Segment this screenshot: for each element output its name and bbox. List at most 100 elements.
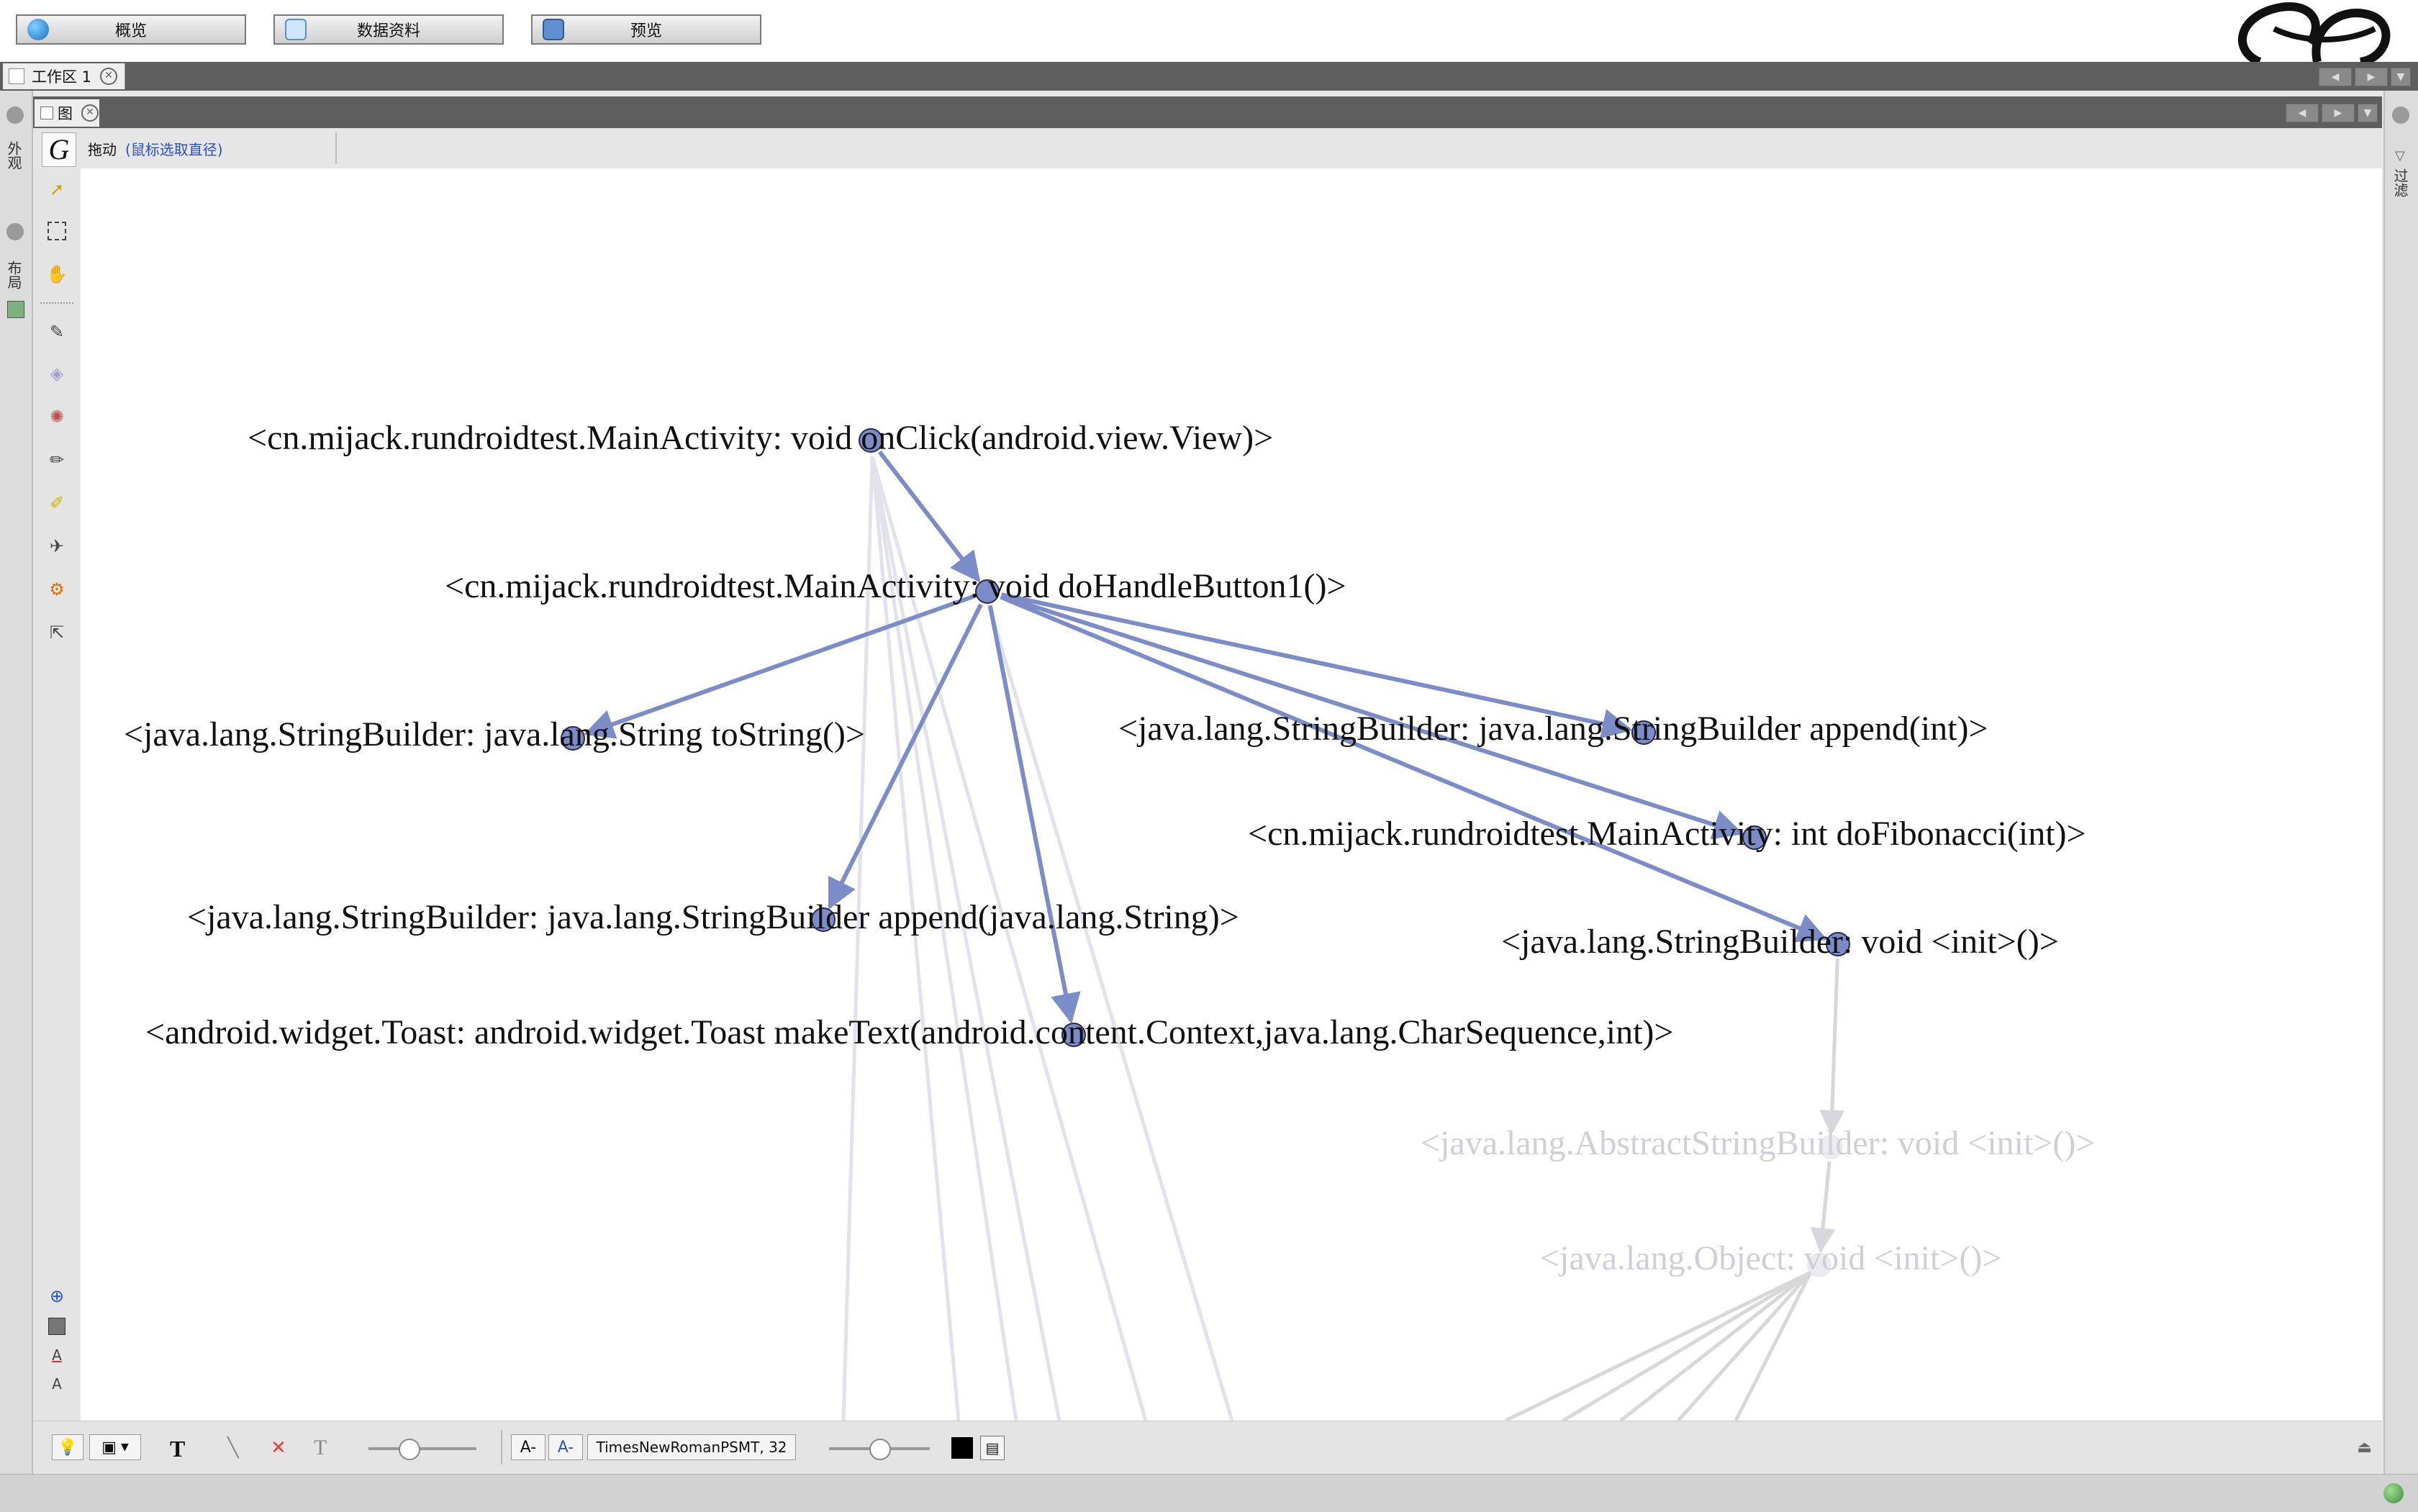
appearance-panel-tab[interactable]: 外观 [5, 141, 24, 170]
node-label: <cn.mijack.rundroidtest.MainActivity: in… [1248, 815, 2086, 853]
graph-edge [877, 451, 981, 583]
edge-style-icon[interactable]: ╲ [227, 1437, 239, 1459]
restore-panel-icon[interactable] [2392, 107, 2409, 124]
filter-icon: ▽ [2395, 148, 2405, 163]
graph-tab-icon [40, 107, 53, 119]
diamond-icon[interactable]: ◈ [46, 363, 68, 384]
workspace-tab[interactable]: 工作区 1 ✕ [3, 63, 125, 89]
graph-toolbox: ➚ ✋ ✎ ◈ ✺ ✏ ✐ ✈ ⚙ ⇱ ⊕ A A [33, 168, 81, 1421]
workspace-scroll-controls: ◀ ▶ ▼ [2319, 68, 2411, 86]
graph-edge-faded [1810, 1161, 1836, 1254]
close-icon[interactable]: ✕ [81, 104, 99, 122]
graph-bottom-toolbar: 💡 ▣ ▼ T ╲ ✕ T A- A- TimesNewRomanPSMT, 32… [33, 1421, 2382, 1473]
notification-icon[interactable] [2383, 1483, 2404, 1503]
edge-label-icon[interactable]: T [314, 1436, 327, 1460]
tab-menu-icon[interactable]: ▼ [2358, 104, 2378, 122]
node-label: <cn.mijack.rundroidtest.MainActivity: vo… [445, 567, 1346, 605]
current-tool-hint: (鼠标选取直径) [125, 141, 223, 158]
preview-mode-button[interactable]: 预览 [531, 14, 761, 45]
pencil-icon[interactable]: ✏ [46, 449, 68, 471]
table-icon [285, 19, 307, 40]
scroll-left-icon[interactable]: ◀ [2286, 104, 2319, 122]
node-labels: <cn.mijack.rundroidtest.MainActivity: vo… [124, 419, 2095, 1277]
node-label: <java.lang.AbstractStringBuilder: void <… [1421, 1124, 2095, 1162]
edge-scale-slider[interactable] [368, 1439, 476, 1460]
close-icon[interactable]: ✕ [100, 68, 118, 85]
graph-edge [987, 605, 1081, 1024]
graph-edge-faded [1819, 958, 1845, 1136]
graph-scroll-controls: ◀ ▶ ▼ [2286, 104, 2378, 122]
light-bulb-icon[interactable]: 💡 [52, 1434, 83, 1460]
node-label: <java.lang.StringBuilder: void <init>()> [1501, 923, 2059, 961]
graph-tab[interactable]: 图 ✕ [35, 99, 99, 127]
slider-handle[interactable] [869, 1439, 891, 1460]
right-panel-strip: ▽ 过滤 [2383, 91, 2418, 1474]
data-lab-mode-button[interactable]: 数据资料 [273, 14, 504, 45]
tool-header: G 拖动 (鼠标选取直径) [33, 128, 2382, 169]
chevron-down-icon: ▼ [121, 1441, 129, 1453]
header-divider [335, 132, 337, 164]
slider-handle[interactable] [399, 1439, 420, 1460]
graph-tab-bar: 图 ✕ ◀ ▶ ▼ [33, 96, 2382, 128]
scroll-left-icon[interactable]: ◀ [2319, 68, 2352, 86]
highlighter-icon[interactable]: ✐ [46, 492, 68, 514]
label-font-icon[interactable]: A [46, 1373, 68, 1395]
workspace-icon [9, 68, 24, 84]
rectangle-select-icon[interactable] [46, 220, 68, 242]
graph-edge [583, 594, 975, 739]
select-arrow-icon[interactable]: ➚ [46, 178, 68, 200]
toolbar-divider [501, 1430, 502, 1465]
increase-font-button[interactable]: A- [548, 1434, 583, 1460]
workspace-tab-bar: 工作区 1 ✕ ◀ ▶ ▼ [0, 62, 2418, 91]
painter-icon[interactable]: ✺ [46, 406, 68, 427]
background-edge [1619, 1271, 1812, 1421]
clipboard-icon[interactable]: ▤ [980, 1436, 1005, 1460]
lock-icon[interactable]: ⏏ [2357, 1439, 2372, 1457]
node-label: <java.lang.StringBuilder: java.lang.Stri… [124, 715, 865, 753]
node-label-color-icon[interactable]: A [46, 1344, 68, 1366]
restore-panel-icon[interactable] [6, 107, 24, 124]
decrease-font-button[interactable]: A- [511, 1434, 545, 1460]
scroll-right-icon[interactable]: ▶ [2355, 68, 2388, 86]
label-color-swatch[interactable] [951, 1437, 973, 1459]
tab-menu-icon[interactable]: ▼ [2391, 68, 2411, 86]
scroll-right-icon[interactable]: ▶ [2322, 104, 2355, 122]
help-pointer-icon[interactable]: ⇱ [46, 622, 68, 643]
background-color-icon[interactable] [46, 1316, 68, 1337]
gear-icon[interactable]: ⚙ [46, 579, 68, 600]
text-label-icon[interactable]: T [170, 1436, 185, 1462]
screenshot-dropdown[interactable]: ▣ ▼ [89, 1434, 141, 1460]
node-label: <java.lang.StringBuilder: java.lang.Stri… [187, 898, 1239, 936]
background-edge [1677, 1271, 1812, 1421]
globe-icon [27, 19, 49, 40]
graph-svg[interactable]: <cn.mijack.rundroidtest.MainActivity: vo… [81, 168, 2382, 1421]
restore-panel-icon[interactable] [6, 223, 24, 240]
node-label: <cn.mijack.rundroidtest.MainActivity: vo… [248, 419, 1273, 457]
filter-panel-tab[interactable]: 过滤 [2391, 168, 2411, 197]
drag-hand-icon[interactable]: ✋ [46, 263, 68, 285]
graph-edge [1000, 594, 1828, 943]
app-logo-icon: G [42, 132, 76, 167]
brush-icon[interactable]: ✎ [46, 321, 68, 343]
current-tool-name: 拖动 [88, 141, 117, 158]
font-selector[interactable]: TimesNewRomanPSMT, 32 [587, 1434, 796, 1460]
zoom-center-icon[interactable]: ⊕ [46, 1285, 68, 1307]
label-size-slider[interactable] [829, 1439, 930, 1460]
node-label: <java.lang.Object: void <init>()> [1540, 1239, 2001, 1277]
node-label: <java.lang.StringBuilder: java.lang.Stri… [1118, 710, 1988, 748]
monitor-icon [543, 19, 564, 40]
left-panel-strip: 外观 布局 [0, 91, 33, 1474]
background-edge [1504, 1270, 1812, 1421]
graph-canvas[interactable]: <cn.mijack.rundroidtest.MainActivity: vo… [81, 168, 2382, 1421]
status-bar [0, 1474, 2418, 1512]
overview-mode-button[interactable]: 概览 [16, 14, 246, 45]
airplane-icon[interactable]: ✈ [46, 535, 68, 557]
tool-divider [40, 302, 73, 304]
node-label: <android.widget.Toast: android.widget.To… [145, 1013, 1673, 1051]
layout-icon [7, 301, 24, 318]
camera-icon: ▣ [101, 1438, 117, 1457]
layout-panel-tab[interactable]: 布局 [5, 261, 24, 289]
mode-bar: 概览 数据资料 预览 [0, 0, 2418, 62]
edge-color-icon[interactable]: ✕ [271, 1437, 286, 1459]
app-logo [2202, 0, 2418, 62]
